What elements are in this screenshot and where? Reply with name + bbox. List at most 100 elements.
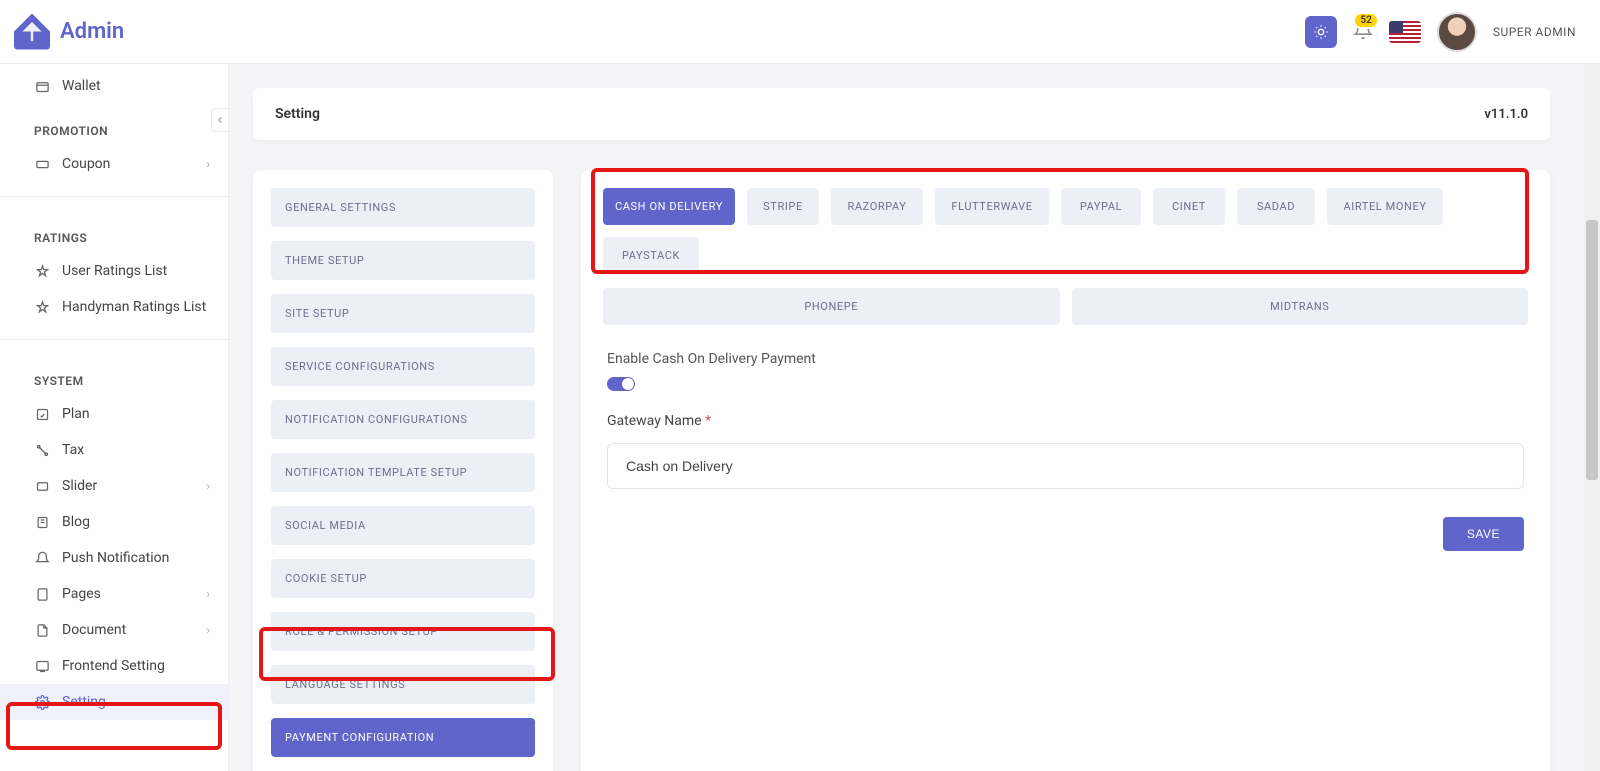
tab-flutterwave[interactable]: Flutterwave — [935, 188, 1049, 225]
app-header: Admin 52 SUPER ADMIN — [0, 0, 1600, 64]
sidebar-item-label: Wallet — [62, 78, 101, 94]
sidebar-item-frontend[interactable]: Frontend Setting — [0, 648, 228, 684]
settings-item-site-setup[interactable]: Site Setup — [271, 294, 535, 333]
star-icon — [34, 263, 50, 279]
sidebar-item-label: Pages — [62, 586, 101, 602]
star-icon — [34, 299, 50, 315]
sidebar-item-label: Setting — [62, 694, 106, 710]
tabs-row: PhonePe Midtrans — [603, 288, 1528, 325]
save-button[interactable]: SAVE — [1443, 517, 1524, 551]
coupon-icon — [34, 156, 50, 172]
frontend-icon — [34, 658, 50, 674]
theme-toggle-button[interactable] — [1305, 16, 1337, 48]
sidebar-item-label: Document — [62, 622, 126, 638]
app-version: v11.1.0 — [1484, 107, 1528, 122]
sidebar-item-label: Frontend Setting — [62, 658, 165, 674]
tab-airtel-money[interactable]: Airtel Money — [1327, 188, 1443, 225]
sidebar-item-blog[interactable]: Blog — [0, 504, 228, 540]
window-scrollbar[interactable] — [1584, 0, 1600, 771]
sidebar-item-label: Push Notification — [62, 550, 169, 566]
chevron-right-icon: › — [206, 587, 210, 601]
tab-phonepe[interactable]: PhonePe — [603, 288, 1060, 325]
notification-button[interactable]: 52 — [1353, 20, 1373, 44]
user-avatar[interactable] — [1437, 12, 1477, 52]
settings-item-notification-configurations[interactable]: Notification Configurations — [271, 400, 535, 439]
settings-sidebar: General Settings Theme Setup Site Setup Ser… — [253, 170, 553, 771]
chevron-right-icon: › — [206, 157, 210, 171]
settings-item-cookie-setup[interactable]: Cookie Setup — [271, 559, 535, 598]
payment-tabs: Cash On Delivery Stripe Razorpay Flutterwav… — [603, 188, 1528, 325]
sidebar-item-user-ratings[interactable]: User Ratings List — [0, 253, 228, 289]
tab-cinet[interactable]: Cinet — [1153, 188, 1225, 225]
page-title-bar: Setting v11.1.0 — [253, 88, 1550, 140]
settings-item-social-media[interactable]: Social Media — [271, 506, 535, 545]
tabs-row: Cash On Delivery Stripe Razorpay Flutterwav… — [603, 188, 1528, 274]
sidebar-item-tax[interactable]: Tax — [0, 432, 228, 468]
sidebar-item-slider[interactable]: Slider › — [0, 468, 228, 504]
user-role-label: SUPER ADMIN — [1493, 25, 1576, 39]
page-title: Setting — [275, 106, 320, 122]
tab-midtrans[interactable]: Midtrans — [1072, 288, 1529, 325]
divider — [0, 196, 228, 197]
sidebar-item-plan[interactable]: Plan — [0, 396, 228, 432]
sidebar-section-system: SYSTEM — [0, 354, 228, 396]
settings-item-theme-setup[interactable]: Theme Setup — [271, 241, 535, 280]
required-indicator: * — [705, 413, 711, 429]
sidebar-item-coupon[interactable]: Coupon › — [0, 146, 228, 182]
document-icon — [34, 622, 50, 638]
settings-content: Cash On Delivery Stripe Razorpay Flutterwav… — [581, 170, 1550, 771]
header-actions: 52 SUPER ADMIN — [1305, 12, 1576, 52]
settings-item-payment-configuration[interactable]: Payment Configuration — [271, 718, 535, 757]
tax-icon — [34, 442, 50, 458]
chevron-left-icon — [215, 115, 225, 125]
sidebar-section-ratings: RATINGS — [0, 211, 228, 253]
sidebar-item-label: Handyman Ratings List — [62, 299, 206, 315]
sidebar-item-label: Plan — [62, 406, 90, 422]
sidebar-item-label: Coupon — [62, 156, 110, 172]
sidebar-item-label: User Ratings List — [62, 263, 167, 279]
sidebar-section-promotion: PROMOTION — [0, 104, 228, 146]
sidebar-item-push[interactable]: Push Notification — [0, 540, 228, 576]
sun-icon — [1313, 24, 1329, 40]
settings-item-role-permission-setup[interactable]: Role & Permission Setup — [271, 612, 535, 651]
sidebar-item-document[interactable]: Document › — [0, 612, 228, 648]
chevron-right-icon: › — [206, 623, 210, 637]
settings-item-language-settings[interactable]: Language Settings — [271, 665, 535, 704]
sidebar-item-wallet[interactable]: Wallet — [0, 68, 228, 104]
sidebar-item-setting[interactable]: Setting — [0, 684, 228, 720]
sidebar-item-label: Tax — [62, 442, 84, 458]
brand-name: Admin — [60, 19, 124, 44]
brand-logo-icon — [14, 14, 50, 50]
slider-icon — [34, 478, 50, 494]
bell-icon — [34, 550, 50, 566]
language-flag[interactable] — [1389, 21, 1421, 43]
sidebar-item-label: Slider — [62, 478, 97, 494]
main-content: Setting v11.1.0 General Settings Theme Se… — [229, 64, 1574, 771]
wallet-icon — [34, 78, 50, 94]
sidebar-collapse-button[interactable] — [211, 108, 229, 132]
sidebar: Wallet PROMOTION Coupon › RATINGS User R… — [0, 64, 229, 771]
settings-item-service-configurations[interactable]: Service Configurations — [271, 347, 535, 386]
sidebar-item-handyman-ratings[interactable]: Handyman Ratings List — [0, 289, 228, 325]
tab-razorpay[interactable]: Razorpay — [831, 188, 923, 225]
notification-badge: 52 — [1353, 12, 1378, 29]
tab-stripe[interactable]: Stripe — [747, 188, 819, 225]
gear-icon — [34, 694, 50, 710]
tab-paystack[interactable]: Paystack — [603, 237, 699, 274]
divider — [0, 339, 228, 340]
tab-cash-on-delivery[interactable]: Cash On Delivery — [603, 188, 735, 225]
payment-form: Enable Cash On Delivery Payment Gateway … — [603, 343, 1528, 551]
sidebar-item-pages[interactable]: Pages › — [0, 576, 228, 612]
gateway-name-label: Gateway Name * — [607, 413, 1524, 429]
tab-sadad[interactable]: Sadad — [1237, 188, 1315, 225]
blog-icon — [34, 514, 50, 530]
settings-item-general-settings[interactable]: General Settings — [271, 188, 535, 227]
plan-icon — [34, 406, 50, 422]
gateway-name-input[interactable] — [607, 443, 1524, 489]
brand[interactable]: Admin — [14, 14, 124, 50]
sidebar-item-label: Blog — [62, 514, 90, 530]
tab-paypal[interactable]: PayPal — [1061, 188, 1141, 225]
chevron-right-icon: › — [206, 479, 210, 493]
enable-payment-toggle[interactable] — [607, 377, 635, 391]
settings-item-notification-template-setup[interactable]: Notification Template Setup — [271, 453, 535, 492]
